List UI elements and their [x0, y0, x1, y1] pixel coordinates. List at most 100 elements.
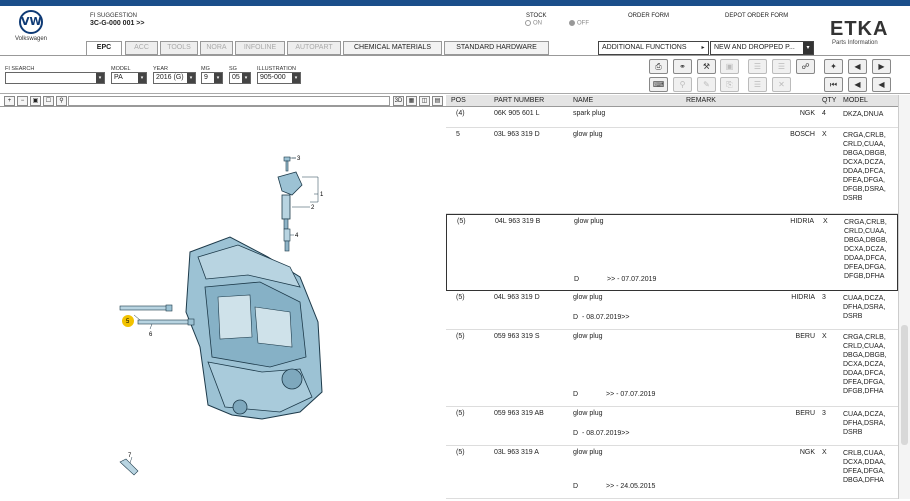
grid-scrollbar[interactable] — [898, 95, 910, 499]
next-icon[interactable]: ◀ — [872, 77, 891, 92]
new-and-dropped-menu[interactable]: NEW AND DROPPED P... ▾ — [710, 41, 814, 55]
layout-icon[interactable]: ▤ — [432, 96, 443, 106]
depot-order-form-link[interactable]: DEPOT ORDER FORM — [725, 13, 788, 19]
3d-icon[interactable]: 3D — [393, 96, 404, 106]
back-page-icon[interactable]: ◀ — [848, 59, 867, 74]
zoom-fit-icon[interactable]: ▣ — [30, 96, 41, 106]
cell-qty: X — [822, 333, 827, 340]
stock-off-radio[interactable]: OFF — [569, 20, 589, 27]
keyboard-icon[interactable]: ⌨ — [649, 77, 668, 92]
chevron-down-icon: ▾ — [96, 73, 104, 83]
print-icon[interactable]: ⎙ — [649, 59, 668, 74]
col-part-number[interactable]: PART NUMBER — [494, 97, 544, 104]
model-select[interactable]: PA ▾ — [111, 72, 147, 84]
tab-epc[interactable]: EPC — [86, 41, 122, 55]
col-pos[interactable]: POS — [451, 97, 466, 104]
previous-icon[interactable]: ◀ — [848, 77, 867, 92]
copy-icon[interactable]: ⎘ — [720, 77, 739, 92]
cell-note-date: - 08.07.2019>> — [582, 430, 630, 437]
cart-icon[interactable]: ☍ — [796, 59, 815, 74]
table-row[interactable]: 5 03L 963 319 D glow plug BOSCH X CRGA,CRLB, … — [446, 128, 898, 214]
cell-remark: BERU — [795, 333, 815, 340]
notes-icon[interactable]: ✎ — [697, 77, 716, 92]
search-vehicle-icon[interactable]: ⚭ — [673, 59, 692, 74]
scroll-thumb[interactable] — [901, 325, 908, 445]
stock-on-radio[interactable]: ON — [525, 20, 542, 27]
cell-part-number: 059 963 319 S — [494, 333, 540, 340]
cell-pos: (5) — [456, 333, 465, 340]
model-value: PA — [114, 74, 123, 81]
etka-subtitle: Parts Information — [832, 40, 878, 46]
illustration-select[interactable]: 905-000 ▾ — [257, 72, 301, 84]
tab-acc[interactable]: ACC — [125, 41, 158, 55]
ignition-coil — [277, 171, 303, 230]
cell-remark: BERU — [795, 410, 815, 417]
camera-icon[interactable]: ▣ — [720, 59, 739, 74]
additional-functions-menu[interactable]: ADDITIONAL FUNCTIONS ▸ — [598, 41, 709, 55]
cell-name: glow plug — [573, 131, 603, 138]
toolbar-divider — [0, 93, 910, 94]
list-edit-icon[interactable]: ☰ — [772, 59, 791, 74]
service-icon[interactable]: ⚒ — [697, 59, 716, 74]
tab-autopart[interactable]: AUTOPART — [287, 41, 341, 55]
year-value: 2016 (G) — [156, 74, 184, 81]
table-row[interactable]: (4) 06K 905 601 L spark plug NGK 4 DKZA,DNUA — [446, 107, 898, 128]
col-name[interactable]: NAME — [573, 97, 593, 104]
table-row[interactable]: (5) 059 963 319 S glow plug BERU X CRGA,CRLB,… — [446, 330, 898, 407]
table-row[interactable]: (5) 04L 963 319 D glow plug HIDRIA 3 CUAA,DCZ… — [446, 291, 898, 330]
cell-models: CRGA,CRLB, CRLD,CUAA, DBGA,DBGB, DCXA,DC… — [844, 219, 888, 280]
edit-list-icon[interactable]: ☰ — [748, 77, 767, 92]
col-qty[interactable]: QTY — [822, 97, 836, 104]
col-model[interactable]: MODEL — [843, 97, 868, 104]
mg-select[interactable]: 9 ▾ — [201, 72, 223, 84]
callout-2[interactable]: 2 — [311, 205, 315, 211]
illustration-search-input[interactable] — [68, 96, 390, 106]
zoom-in-icon[interactable]: + — [4, 96, 15, 106]
fi-suggestion-label: FI SUGGESTION — [90, 13, 138, 19]
zoom-out-icon[interactable]: − — [17, 96, 28, 106]
order-form-link[interactable]: ORDER FORM — [628, 13, 669, 19]
tab-infoline[interactable]: INFOLINE — [235, 41, 285, 55]
table-row[interactable]: (5) 04L 963 319 B glow plug HIDRIA X CRGA,CRL… — [446, 214, 898, 291]
grid-view-icon[interactable]: ▦ — [406, 96, 417, 106]
lookup-icon[interactable]: ⚲ — [673, 77, 692, 92]
callout-6[interactable]: 6 — [149, 332, 153, 338]
magnifier-icon[interactable]: ⚲ — [56, 96, 67, 106]
sg-select[interactable]: 05 ▾ — [229, 72, 251, 84]
illustration-value: 905-000 — [260, 74, 286, 81]
col-remark[interactable]: REMARK — [686, 97, 716, 104]
callout-4[interactable]: 4 — [295, 233, 299, 239]
zoom-area-icon[interactable]: ☐ — [43, 96, 54, 106]
list-icon[interactable]: ☰ — [748, 59, 767, 74]
table-row[interactable]: (5) 059 963 319 AB glow plug BERU 3 CUAA,DCZA… — [446, 407, 898, 446]
cell-note-date: >> - 24.05.2015 — [606, 483, 656, 490]
split-view-icon[interactable]: ◫ — [419, 96, 430, 106]
year-select[interactable]: 2016 (G) ▾ — [153, 72, 196, 84]
first-icon[interactable]: ⏮ — [824, 77, 843, 92]
chevron-down-icon: ▾ — [187, 73, 195, 83]
table-row[interactable]: (5) 03L 963 319 A glow plug NGK X CRLB,CUAA, … — [446, 446, 898, 499]
cell-part-number: 03L 963 319 D — [494, 131, 540, 138]
tab-chemical-materials[interactable]: CHEMICAL MATERIALS — [343, 41, 442, 55]
cell-name: glow plug — [573, 333, 603, 340]
cell-remark: NGK — [799, 110, 815, 117]
tab-standard-hardware[interactable]: STANDARD HARDWARE — [444, 41, 549, 55]
callout-3[interactable]: 3 — [297, 156, 301, 162]
fi-search-field[interactable]: ▾ — [5, 72, 105, 84]
cell-name: glow plug — [573, 294, 603, 301]
fi-suggestion-link[interactable]: 3C-G-000 001 >> — [90, 20, 144, 27]
pin-icon[interactable]: ✦ — [824, 59, 843, 74]
tab-tools[interactable]: TOOLS — [160, 41, 198, 55]
cell-models: CUAA,DCZA, DFHA,DSRA, DSRB — [843, 411, 886, 436]
engine-drawing: 3 1 2 4 5 6 7 — [119, 156, 324, 476]
tab-nora[interactable]: NORA — [200, 41, 233, 55]
forward-page-icon[interactable]: ▶ — [872, 59, 891, 74]
cell-name: spark plug — [573, 110, 606, 117]
delete-icon[interactable]: ✕ — [772, 77, 791, 92]
cell-remark: BOSCH — [790, 131, 815, 138]
cell-note-date: >> - 07.07.2019 — [606, 391, 656, 398]
chevron-down-icon: ▾ — [138, 73, 146, 83]
callout-1[interactable]: 1 — [320, 192, 324, 198]
cell-note-date: - 08.07.2019>> — [582, 314, 630, 321]
cell-part-number: 059 963 319 AB — [494, 410, 544, 417]
